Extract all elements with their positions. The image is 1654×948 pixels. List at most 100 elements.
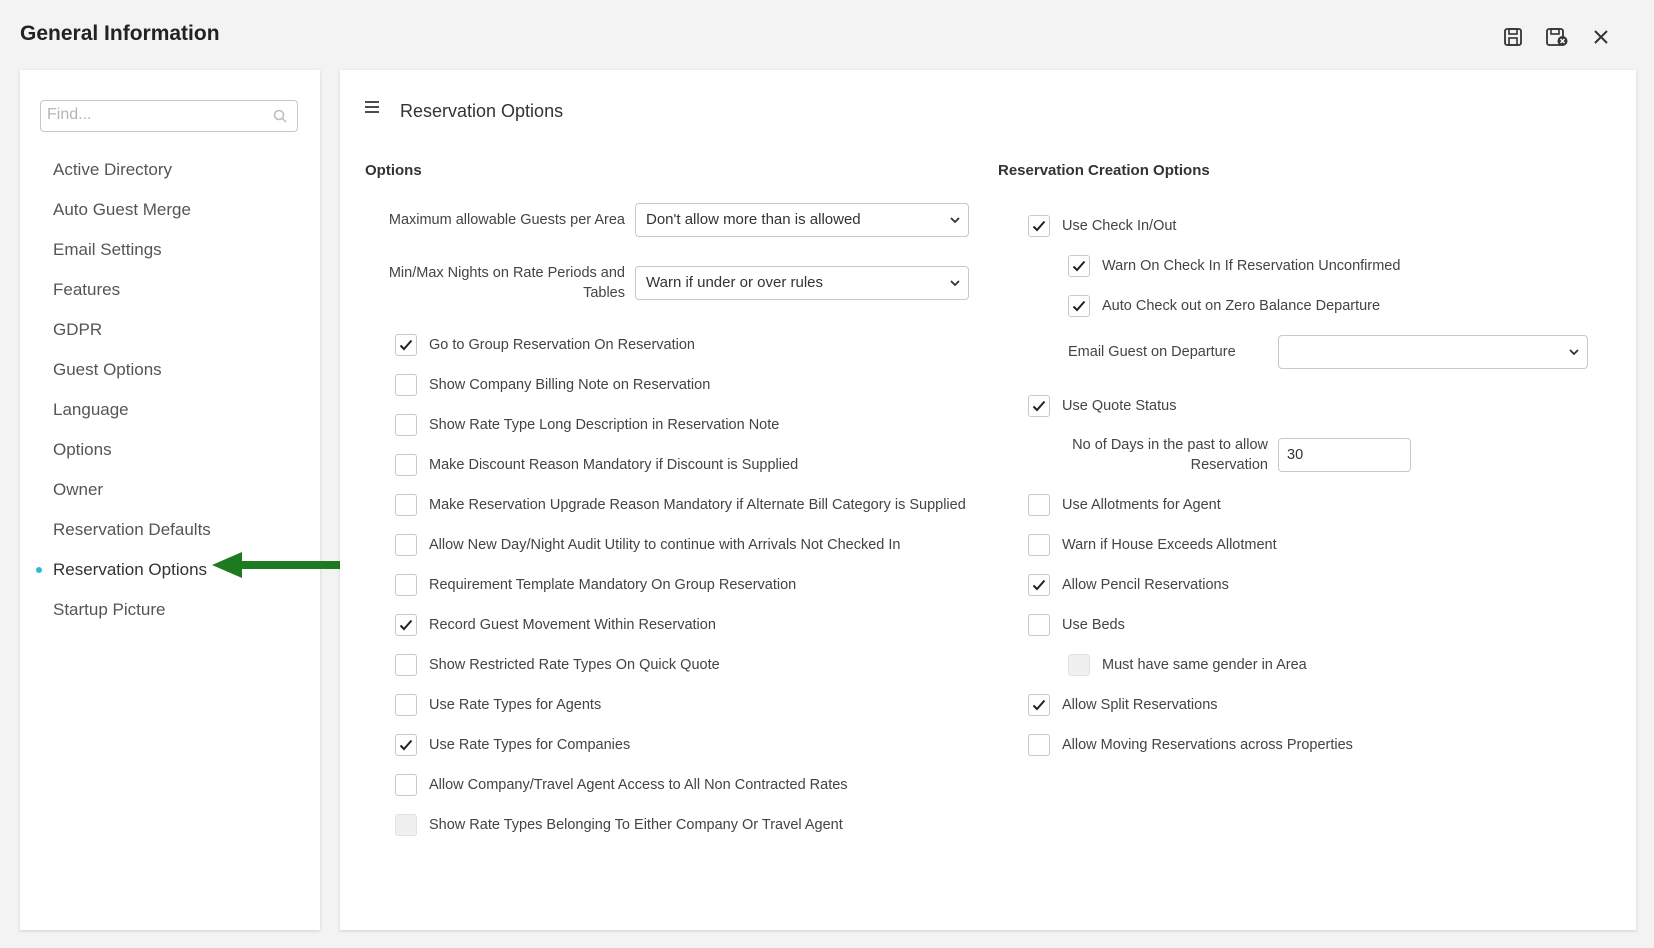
checkbox-label: Use Rate Types for Agents — [429, 697, 602, 713]
sidebar-item-guest-options[interactable]: Guest Options — [20, 350, 320, 390]
sidebar-item-label: Reservation Defaults — [53, 520, 211, 539]
checkbox-row: Make Reservation Upgrade Reason Mandator… — [395, 494, 966, 516]
checkbox[interactable] — [395, 454, 417, 476]
checkbox-row: Show Company Billing Note on Reservation — [395, 374, 710, 396]
auto-check-out-checkbox[interactable] — [1068, 295, 1090, 317]
min-max-nights-value: Warn if under or over rules — [646, 274, 824, 291]
search-icon[interactable] — [273, 109, 287, 128]
options-heading: Options — [365, 162, 422, 179]
same-gender-checkbox[interactable] — [1068, 654, 1090, 676]
min-max-nights-select[interactable]: Warn if under or over rules — [635, 266, 969, 300]
sidebar-item-reservation-defaults[interactable]: Reservation Defaults — [20, 510, 320, 550]
checkmark-icon — [399, 339, 413, 351]
checkbox-label: Must have same gender in Area — [1102, 657, 1307, 673]
checkbox-row: Allow Company/Travel Agent Access to All… — [395, 774, 848, 796]
checkmark-icon — [1032, 699, 1046, 711]
sidebar-item-label: Options — [53, 440, 112, 459]
max-guests-value: Don't allow more than is allowed — [646, 211, 861, 228]
checkbox-label: Allow Moving Reservations across Propert… — [1062, 737, 1353, 753]
allow-split-checkbox[interactable] — [1028, 694, 1050, 716]
sidebar-item-features[interactable]: Features — [20, 270, 320, 310]
checkbox[interactable] — [395, 414, 417, 436]
checkbox-label: Use Quote Status — [1062, 398, 1177, 414]
search-input[interactable] — [41, 101, 273, 129]
email-guest-select[interactable] — [1278, 335, 1588, 369]
checkbox-label: Make Reservation Upgrade Reason Mandator… — [429, 497, 966, 513]
use-allotments-checkbox[interactable] — [1028, 494, 1050, 516]
checkbox-label: Allow Pencil Reservations — [1062, 577, 1229, 593]
checkbox-label: Warn On Check In If Reservation Unconfir… — [1102, 258, 1401, 274]
warn-house-checkbox[interactable] — [1028, 534, 1050, 556]
sidebar-item-owner[interactable]: Owner — [20, 470, 320, 510]
checkbox-row: Go to Group Reservation On Reservation — [395, 334, 695, 356]
use-beds-checkbox[interactable] — [1028, 614, 1050, 636]
checkbox[interactable] — [395, 654, 417, 676]
checkbox-label: Allow Company/Travel Agent Access to All… — [429, 777, 848, 793]
days-past-row: No of Days in the past to allow Reservat… — [1028, 435, 1411, 475]
checkbox[interactable] — [395, 534, 417, 556]
checkbox-label: Show Rate Type Long Description in Reser… — [429, 417, 780, 433]
checkbox-row: Allow New Day/Night Audit Utility to con… — [395, 534, 900, 556]
days-past-input[interactable]: 30 — [1278, 438, 1411, 472]
checkbox-row: Requirement Template Mandatory On Group … — [395, 574, 796, 596]
checkmark-icon — [1032, 579, 1046, 591]
main-panel: Reservation Options Options Maximum allo… — [340, 70, 1636, 930]
email-guest-label: Email Guest on Departure — [1068, 344, 1236, 360]
chevron-down-icon — [1569, 349, 1579, 356]
use-beds-row: Use Beds — [1028, 614, 1125, 636]
checkbox-label: Use Check In/Out — [1062, 218, 1177, 234]
checkmark-icon — [399, 739, 413, 751]
max-guests-select[interactable]: Don't allow more than is allowed — [635, 203, 969, 237]
save-icon[interactable] — [1500, 24, 1526, 50]
checkbox[interactable] — [395, 374, 417, 396]
checkbox[interactable] — [395, 694, 417, 716]
checkbox-row: Record Guest Movement Within Reservation — [395, 614, 716, 636]
auto-check-out-row: Auto Check out on Zero Balance Departure — [1068, 295, 1380, 317]
checkbox-row: Show Rate Type Long Description in Reser… — [395, 414, 779, 436]
sidebar-item-active-directory[interactable]: Active Directory — [20, 150, 320, 190]
sidebar-item-auto-guest-merge[interactable]: Auto Guest Merge — [20, 190, 320, 230]
checkbox[interactable] — [395, 814, 417, 836]
save-close-icon[interactable] — [1544, 24, 1570, 50]
same-gender-row: Must have same gender in Area — [1068, 654, 1307, 676]
checkbox[interactable] — [395, 574, 417, 596]
sidebar-search — [40, 100, 298, 132]
sidebar-item-language[interactable]: Language — [20, 390, 320, 430]
sidebar-item-email-settings[interactable]: Email Settings — [20, 230, 320, 270]
active-dot-icon — [36, 567, 42, 573]
sidebar-item-gdpr[interactable]: GDPR — [20, 310, 320, 350]
sidebar-item-label: Guest Options — [53, 360, 162, 379]
menu-icon[interactable] — [364, 100, 380, 119]
sidebar-item-label: Features — [53, 280, 121, 299]
checkbox-row: Show Restricted Rate Types On Quick Quot… — [395, 654, 720, 676]
window-title: General Information — [20, 22, 220, 45]
checkbox[interactable] — [395, 334, 417, 356]
checkbox-label: Record Guest Movement Within Reservation — [429, 617, 716, 633]
checkbox-label: Go to Group Reservation On Reservation — [429, 337, 695, 353]
checkbox-label: Show Restricted Rate Types On Quick Quot… — [429, 657, 720, 673]
use-check-in-out-checkbox[interactable] — [1028, 215, 1050, 237]
checkmark-icon — [399, 619, 413, 631]
checkbox[interactable] — [395, 774, 417, 796]
checkbox-label: Warn if House Exceeds Allotment — [1062, 537, 1277, 553]
checkbox[interactable] — [395, 734, 417, 756]
use-check-in-out-row: Use Check In/Out — [1028, 215, 1176, 237]
allow-pencil-checkbox[interactable] — [1028, 574, 1050, 596]
allow-moving-checkbox[interactable] — [1028, 734, 1050, 756]
checkbox[interactable] — [395, 614, 417, 636]
close-icon[interactable] — [1588, 24, 1614, 50]
checkbox[interactable] — [395, 494, 417, 516]
sidebar-item-startup-picture[interactable]: Startup Picture — [20, 590, 320, 630]
checkbox-label: Use Allotments for Agent — [1062, 497, 1221, 513]
checkbox-label: Show Rate Types Belonging To Either Comp… — [429, 817, 843, 833]
chevron-down-icon — [950, 280, 960, 287]
sidebar-item-options[interactable]: Options — [20, 430, 320, 470]
use-quote-status-checkbox[interactable] — [1028, 395, 1050, 417]
checkbox-label: Allow New Day/Night Audit Utility to con… — [429, 537, 901, 553]
checkbox-row: Use Rate Types for Companies — [395, 734, 630, 756]
sidebar-item-label: Startup Picture — [53, 600, 166, 619]
sidebar-item-label: Auto Guest Merge — [53, 200, 191, 219]
checkmark-icon — [1032, 400, 1046, 412]
days-past-label: No of Days in the past to allow Reservat… — [1072, 437, 1268, 473]
warn-unconfirmed-checkbox[interactable] — [1068, 255, 1090, 277]
